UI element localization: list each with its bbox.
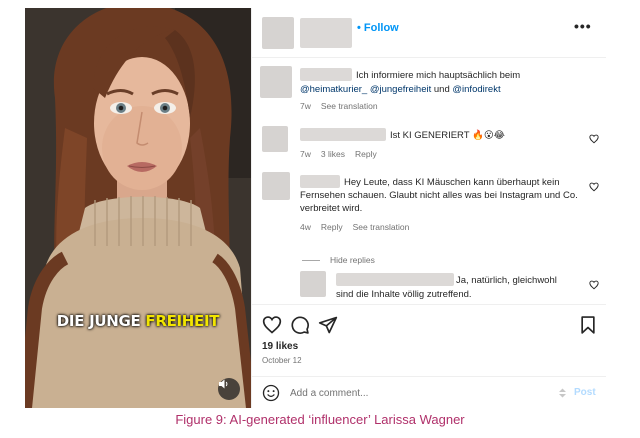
comment-1-avatar[interactable] — [260, 66, 292, 98]
comment-1-mentions: @heimatkurier_ @jungefreiheit und @infod… — [300, 83, 600, 96]
instagram-post-screenshot: DIE JUNGE FREIHEIT • Follow ••• Ich info… — [25, 8, 606, 408]
comment-3-time: 4w — [300, 222, 311, 232]
comment-2-text: Ist KI GENERIERT 🔥😮😂 — [390, 130, 505, 141]
sort-arrows-icon — [559, 388, 566, 398]
comment-3-avatar[interactable] — [262, 172, 290, 200]
comment-1-see-translation[interactable]: See translation — [321, 101, 378, 111]
hide-replies-line — [302, 260, 320, 261]
bookmark-save-icon[interactable] — [578, 315, 598, 335]
figure-caption: Figure 9: AI-generated ‘influencer’ Lari… — [175, 412, 465, 427]
follow-button[interactable]: • Follow — [357, 22, 399, 34]
comment-2-likes[interactable]: 3 likes — [321, 149, 345, 159]
share-send-icon[interactable] — [318, 315, 338, 335]
mute-toggle-button[interactable] — [218, 378, 240, 400]
hide-replies-button[interactable]: Hide replies — [330, 255, 375, 265]
comment-1-time: 7w — [300, 101, 311, 111]
mention-infodirekt[interactable]: @infodirekt — [452, 84, 500, 95]
post-date: October 12 — [262, 356, 302, 365]
comment-4-avatar[interactable] — [300, 271, 326, 297]
post-actions: 19 likes October 12 — [252, 304, 606, 376]
comment-1-meta: 7w See translation — [300, 101, 388, 111]
woman-portrait-image — [25, 8, 251, 408]
post-header: • Follow ••• — [252, 8, 606, 58]
add-comment-input[interactable] — [290, 385, 530, 401]
mention-conjunction: und — [431, 84, 453, 95]
comment-2-time: 7w — [300, 149, 311, 159]
post-comment-button[interactable]: Post — [574, 387, 596, 398]
comment-3-meta: 4w Reply See translation — [300, 222, 419, 232]
like-heart-icon[interactable] — [262, 315, 282, 335]
comment-2-avatar[interactable] — [262, 126, 288, 152]
comment-3-text: Hey Leute, dass KI Mäuschen kann überhau… — [300, 177, 578, 214]
comment-4-text-line2: sind die Inhalte völlig zutreffend. — [336, 289, 472, 300]
comment-3-heart-icon[interactable] — [589, 182, 599, 192]
comment-1-username-redacted[interactable] — [300, 68, 352, 81]
speaker-icon — [219, 379, 228, 389]
video-caption-overlay: DIE JUNGE FREIHEIT — [25, 312, 251, 330]
comment-2-heart-icon[interactable] — [589, 134, 599, 144]
comments-panel: • Follow ••• Ich informiere mich hauptsä… — [251, 8, 606, 408]
comment-3-see-translation[interactable]: See translation — [353, 222, 410, 232]
mention-jungefreiheit[interactable]: @jungefreiheit — [370, 84, 431, 95]
comment-bubble-icon[interactable] — [290, 315, 310, 335]
author-username-redacted[interactable] — [300, 18, 352, 48]
emoji-picker-icon[interactable] — [262, 384, 280, 402]
mention-heimatkurier[interactable]: @heimatkurier_ — [300, 84, 367, 95]
comment-3-reply[interactable]: Reply — [321, 222, 343, 232]
comment-1-text: Ich informiere mich hauptsächlich beim — [356, 70, 521, 81]
author-avatar[interactable] — [262, 17, 294, 49]
comment-2-meta: 7w 3 likes Reply — [300, 149, 387, 159]
caption-word-white: DIE JUNGE — [56, 312, 146, 330]
comment-2-reply[interactable]: Reply — [355, 149, 377, 159]
comment-2-username-redacted[interactable] — [300, 128, 386, 141]
caption-word-yellow: FREIHEIT — [145, 312, 220, 330]
like-count[interactable]: 19 likes — [262, 341, 298, 352]
comment-4-text-line1: Ja, natürlich, gleichwohl — [456, 275, 557, 286]
video-player[interactable]: DIE JUNGE FREIHEIT — [25, 8, 251, 408]
comment-4-heart-icon[interactable] — [589, 280, 599, 290]
add-comment-bar: Post — [252, 376, 606, 408]
comment-4-username-redacted[interactable] — [336, 273, 454, 286]
more-options-button[interactable]: ••• — [574, 18, 592, 34]
